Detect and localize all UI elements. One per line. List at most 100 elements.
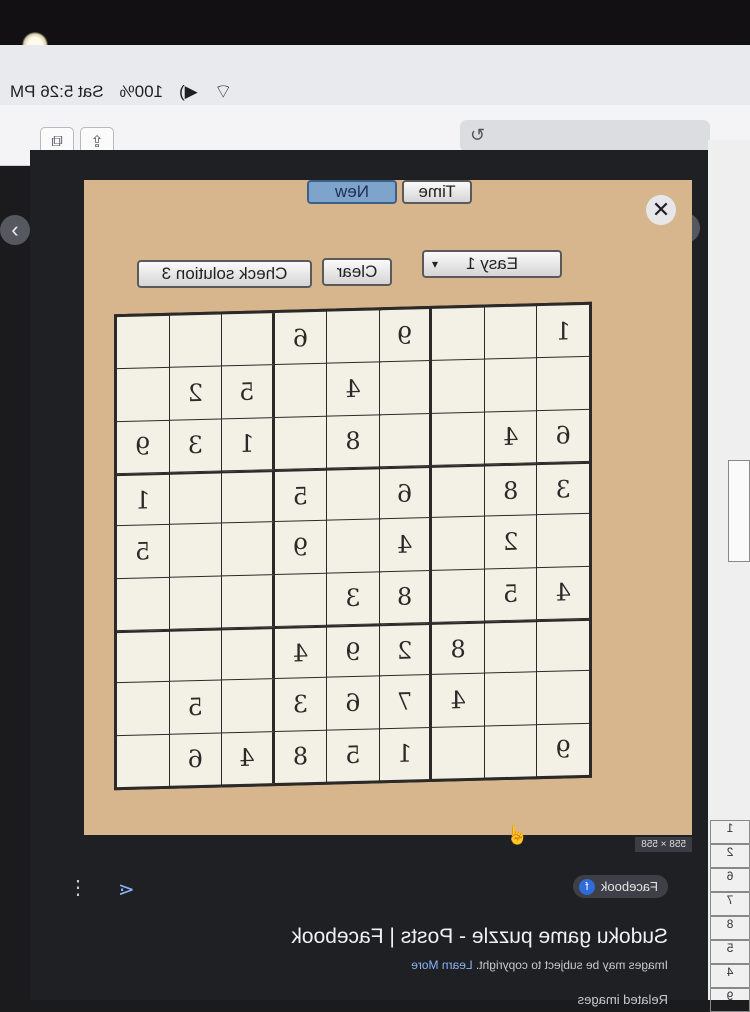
source-chip[interactable]: Facebook f xyxy=(572,875,668,898)
sudoku-cell[interactable]: 3 xyxy=(169,419,222,472)
sudoku-cell[interactable]: 8 xyxy=(484,463,537,516)
sudoku-cell[interactable] xyxy=(432,516,484,570)
sudoku-cell[interactable]: 2 xyxy=(379,622,432,676)
sudoku-cell[interactable] xyxy=(169,628,222,682)
sudoku-cell[interactable]: 9 xyxy=(274,521,327,574)
sudoku-cell[interactable]: 9 xyxy=(537,723,589,777)
sudoku-cell[interactable]: 6 xyxy=(327,676,379,730)
sudoku-cell[interactable]: 6 xyxy=(379,465,432,519)
sudoku-cell[interactable] xyxy=(274,364,327,417)
sudoku-cell[interactable] xyxy=(432,726,484,779)
sudoku-cell[interactable]: 5 xyxy=(117,525,169,578)
sudoku-cell[interactable]: 8 xyxy=(274,730,327,784)
sudoku-cell[interactable] xyxy=(484,358,537,412)
sudoku-cell[interactable] xyxy=(169,314,222,368)
learn-more-link[interactable]: Learn More xyxy=(411,958,472,972)
sudoku-cell[interactable]: 3 xyxy=(537,461,589,515)
share-icon[interactable]: ⋖ xyxy=(118,877,135,902)
sudoku-cell[interactable] xyxy=(484,724,537,778)
sudoku-cell[interactable]: 6 xyxy=(274,311,327,365)
sudoku-cell[interactable]: 2 xyxy=(484,515,537,569)
sudoku-cell[interactable]: 9 xyxy=(379,308,432,362)
sudoku-cell[interactable] xyxy=(432,307,484,361)
sudoku-cell[interactable] xyxy=(327,467,379,521)
sudoku-cell[interactable]: 2 xyxy=(169,366,222,420)
sudoku-cell[interactable] xyxy=(222,313,274,366)
more-vert-icon[interactable]: ⋮ xyxy=(68,875,88,900)
address-bar[interactable]: ↻ xyxy=(460,120,710,152)
sudoku-cell[interactable]: 1 xyxy=(537,304,589,358)
sudoku-cell[interactable]: 3 xyxy=(274,678,327,731)
sudoku-cell[interactable] xyxy=(117,734,169,788)
sudoku-cell[interactable] xyxy=(169,471,222,525)
sudoku-cell[interactable] xyxy=(274,573,327,627)
result-title[interactable]: Sudoku game puzzle - Posts | Facebook xyxy=(68,925,668,949)
sudoku-cell[interactable] xyxy=(327,310,379,364)
sudoku-cell[interactable] xyxy=(432,359,484,413)
sudoku-cell[interactable]: 9 xyxy=(327,624,379,678)
sudoku-cell[interactable] xyxy=(379,413,432,467)
sudoku-cell[interactable] xyxy=(379,361,432,414)
sudoku-cell[interactable] xyxy=(537,671,589,724)
sudoku-cell[interactable]: 9 xyxy=(117,420,169,474)
sudoku-cell[interactable] xyxy=(327,519,379,573)
sudoku-cell[interactable] xyxy=(274,416,327,470)
sudoku-cell[interactable]: 4 xyxy=(537,566,589,620)
sudoku-cell[interactable]: 5 xyxy=(327,728,379,782)
sudoku-cell[interactable]: 1 xyxy=(222,417,274,471)
sudoku-cell[interactable]: 5 xyxy=(484,567,537,621)
sudoku-cell[interactable] xyxy=(222,574,274,628)
sudoku-cell[interactable] xyxy=(432,412,484,465)
sudoku-cell[interactable] xyxy=(169,523,222,577)
clock[interactable]: Sat 5:26 PM xyxy=(10,82,104,102)
reload-icon[interactable]: ↻ xyxy=(470,125,485,146)
sudoku-cell[interactable]: 4 xyxy=(484,410,537,464)
sudoku-cell[interactable] xyxy=(117,629,169,683)
close-icon[interactable]: ✕ xyxy=(646,195,676,225)
sudoku-cell[interactable]: 4 xyxy=(327,362,379,416)
sudoku-cell[interactable] xyxy=(117,315,169,369)
check-solution-button[interactable]: Check solution 3 xyxy=(137,260,312,288)
sudoku-cell[interactable] xyxy=(222,522,274,576)
sudoku-cell[interactable] xyxy=(537,357,589,410)
sudoku-cell[interactable]: 4 xyxy=(432,673,484,727)
sudoku-cell[interactable] xyxy=(222,470,274,523)
sudoku-cell[interactable] xyxy=(432,569,484,622)
new-game-button[interactable]: New xyxy=(307,180,397,204)
sudoku-cell[interactable] xyxy=(117,682,169,735)
sudoku-cell[interactable]: 8 xyxy=(379,570,432,624)
prev-arrow-icon[interactable]: › xyxy=(0,215,30,245)
battery-indicator[interactable]: 100% xyxy=(120,82,163,102)
image-preview[interactable]: ✕ Time New Easy 1 ▾ Clear Check solution… xyxy=(84,180,692,852)
difficulty-select[interactable]: Easy 1 ▾ xyxy=(422,250,562,278)
sudoku-cell[interactable]: 8 xyxy=(327,414,379,468)
sudoku-cell[interactable]: 5 xyxy=(169,680,222,734)
sudoku-cell[interactable]: 1 xyxy=(379,727,432,781)
sudoku-cell[interactable]: 4 xyxy=(222,731,274,785)
sudoku-cell[interactable]: 1 xyxy=(117,472,169,526)
sudoku-cell[interactable]: 6 xyxy=(537,409,589,463)
wifi-icon[interactable]: ⌔ xyxy=(214,79,233,104)
sudoku-cell[interactable] xyxy=(432,464,484,518)
sudoku-cell[interactable] xyxy=(222,627,274,680)
sudoku-cell[interactable] xyxy=(484,672,537,726)
sudoku-cell[interactable]: 4 xyxy=(274,625,327,679)
sudoku-cell[interactable] xyxy=(484,306,537,359)
sudoku-cell[interactable]: 8 xyxy=(432,621,484,675)
sudoku-cell[interactable] xyxy=(117,368,169,421)
sudoku-cell[interactable] xyxy=(169,576,222,629)
sudoku-cell[interactable] xyxy=(484,620,537,673)
sudoku-cell[interactable]: 6 xyxy=(169,733,222,786)
sudoku-cell[interactable]: 4 xyxy=(379,518,432,571)
sudoku-cell[interactable] xyxy=(537,618,589,672)
sudoku-cell[interactable] xyxy=(222,679,274,733)
sudoku-cell[interactable]: 5 xyxy=(222,365,274,419)
time-button[interactable]: Time xyxy=(402,180,472,204)
sudoku-cell[interactable]: 7 xyxy=(379,675,432,728)
sudoku-cell[interactable] xyxy=(537,514,589,567)
clear-button[interactable]: Clear xyxy=(322,258,392,286)
speaker-icon[interactable]: ◀) xyxy=(179,82,198,102)
sudoku-cell[interactable]: 5 xyxy=(274,468,327,522)
sudoku-cell[interactable] xyxy=(117,577,169,631)
sudoku-cell[interactable]: 3 xyxy=(327,571,379,625)
